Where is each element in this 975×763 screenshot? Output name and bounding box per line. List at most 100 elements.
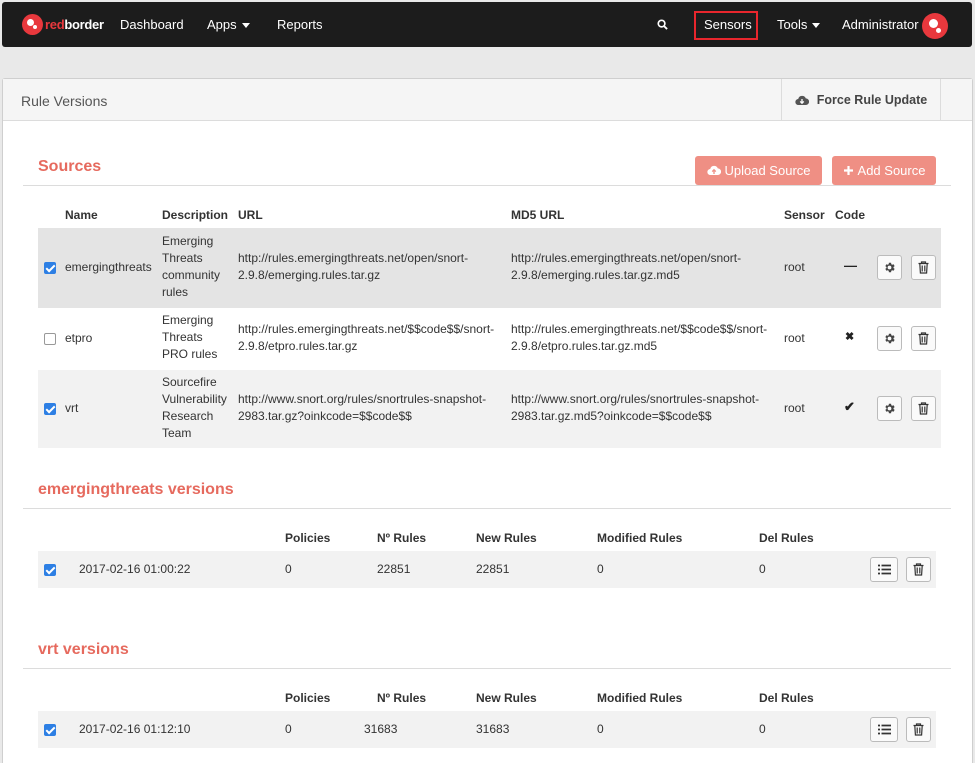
et-versions-title: emergingthreats versions bbox=[38, 481, 234, 498]
source-name: etpro bbox=[65, 331, 93, 345]
row-checkbox[interactable] bbox=[44, 724, 56, 736]
nav-sensors[interactable]: Sensors bbox=[704, 17, 752, 32]
brand-logo[interactable]: redborder bbox=[22, 14, 104, 35]
version-rules: 22851 bbox=[377, 562, 411, 576]
add-source-button[interactable]: Add Source bbox=[832, 156, 936, 185]
source-description: Sourcefire Vulnerability Research Team bbox=[162, 375, 227, 440]
col-md5-url: MD5 URL bbox=[511, 208, 565, 222]
vrt-version-row[interactable]: 2017-02-16 01:12:10 0 31683 31683 0 0 bbox=[38, 711, 936, 748]
settings-button[interactable] bbox=[877, 255, 902, 280]
search-icon[interactable] bbox=[657, 19, 668, 30]
nav-dashboard[interactable]: Dashboard bbox=[120, 17, 184, 32]
cross-icon: ✖ bbox=[845, 331, 855, 343]
trash-icon bbox=[913, 563, 924, 576]
minus-icon: — bbox=[844, 258, 857, 273]
version-modified-rules: 0 bbox=[597, 722, 604, 736]
version-del-rules: 0 bbox=[759, 722, 766, 736]
source-row-vrt[interactable]: vrt Sourcefire Vulnerability Research Team … bbox=[38, 370, 941, 448]
caret-down-icon bbox=[812, 23, 821, 29]
sources-title: Sources bbox=[38, 158, 102, 175]
source-url: http://www.snort.org/rules/snortrules-sn… bbox=[238, 392, 487, 423]
trash-icon bbox=[918, 402, 929, 415]
list-icon bbox=[877, 564, 891, 575]
col-num-rules: Nº Rules bbox=[377, 691, 427, 705]
view-rules-button[interactable] bbox=[870, 717, 898, 742]
gear-icon bbox=[885, 262, 895, 273]
caret-down-icon bbox=[241, 23, 250, 29]
delete-version-button[interactable] bbox=[906, 717, 931, 742]
version-new-rules: 22851 bbox=[476, 562, 510, 576]
col-code: Code bbox=[835, 208, 865, 222]
nav-apps-label: Apps bbox=[207, 17, 237, 32]
vrt-versions-title: vrt versions bbox=[38, 641, 129, 658]
source-sensor: root bbox=[784, 401, 805, 415]
nav-tools-label: Tools bbox=[777, 17, 808, 32]
col-modified-rules: Modified Rules bbox=[597, 531, 683, 545]
settings-button[interactable] bbox=[877, 326, 902, 351]
col-del-rules: Del Rules bbox=[759, 691, 814, 705]
delete-button[interactable] bbox=[911, 326, 936, 351]
view-rules-button[interactable] bbox=[870, 557, 898, 582]
col-policies: Policies bbox=[285, 691, 331, 705]
col-new-rules: New Rules bbox=[476, 531, 537, 545]
nav-administrator[interactable]: Administrator bbox=[842, 17, 919, 32]
settings-button[interactable] bbox=[877, 396, 902, 421]
col-del-rules: Del Rules bbox=[759, 531, 814, 545]
source-row-emergingthreats[interactable]: emergingthreats Emerging Threats community… bbox=[38, 228, 941, 308]
trash-icon bbox=[913, 723, 924, 736]
trash-icon bbox=[918, 332, 929, 345]
source-md5-url: http://rules.emergingthreats.net/$$code$… bbox=[511, 322, 768, 353]
force-rule-update-button[interactable]: Force Rule Update bbox=[781, 79, 941, 121]
gear-icon bbox=[885, 333, 895, 344]
source-md5-url: http://rules.emergingthreats.net/open/sn… bbox=[511, 251, 742, 282]
sources-divider bbox=[23, 185, 951, 186]
col-url: URL bbox=[238, 208, 263, 222]
version-date: 2017-02-16 01:12:10 bbox=[79, 722, 191, 736]
source-url: http://rules.emergingthreats.net/open/sn… bbox=[238, 251, 469, 282]
nav-apps[interactable]: Apps bbox=[207, 17, 250, 32]
source-sensor: root bbox=[784, 260, 805, 274]
source-description: Emerging Threats PRO rules bbox=[162, 313, 218, 361]
delete-button[interactable] bbox=[911, 255, 936, 280]
source-row-etpro[interactable]: etpro Emerging Threats PRO rules http://ru… bbox=[38, 308, 941, 370]
logo-icon bbox=[22, 14, 43, 35]
add-source-label: Add Source bbox=[857, 163, 926, 178]
source-md5-url: http://www.snort.org/rules/snortrules-sn… bbox=[511, 392, 760, 423]
delete-button[interactable] bbox=[911, 396, 936, 421]
et-version-row[interactable]: 2017-02-16 01:00:22 0 22851 22851 0 0 bbox=[38, 551, 936, 588]
upload-source-label: Upload Source bbox=[724, 163, 811, 178]
col-name: Name bbox=[65, 208, 98, 222]
nav-reports[interactable]: Reports bbox=[277, 17, 323, 32]
upload-source-button[interactable]: Upload Source bbox=[695, 156, 822, 185]
col-new-rules: New Rules bbox=[476, 691, 537, 705]
list-icon bbox=[877, 724, 891, 735]
version-policies: 0 bbox=[285, 562, 292, 576]
version-new-rules: 31683 bbox=[476, 722, 510, 736]
panel-title: Rule Versions bbox=[21, 93, 108, 109]
col-sensor: Sensor bbox=[784, 208, 825, 222]
version-modified-rules: 0 bbox=[597, 562, 604, 576]
brand-text-white: border bbox=[64, 17, 104, 32]
row-checkbox[interactable] bbox=[44, 564, 56, 576]
source-description: Emerging Threats community rules bbox=[162, 234, 221, 299]
force-rule-update-label: Force Rule Update bbox=[816, 93, 928, 107]
plus-icon bbox=[843, 166, 853, 175]
version-date: 2017-02-16 01:00:22 bbox=[79, 562, 191, 576]
avatar[interactable] bbox=[922, 13, 948, 39]
row-checkbox[interactable] bbox=[44, 333, 56, 345]
version-del-rules: 0 bbox=[759, 562, 766, 576]
delete-version-button[interactable] bbox=[906, 557, 931, 582]
panel-header: Rule Versions Force Rule Update bbox=[3, 79, 972, 121]
check-icon: ✔ bbox=[844, 399, 855, 414]
row-checkbox[interactable] bbox=[44, 403, 56, 415]
vrt-versions-divider bbox=[23, 668, 951, 669]
cloud-download-icon bbox=[795, 95, 809, 105]
source-sensor: root bbox=[784, 331, 805, 345]
row-checkbox[interactable] bbox=[44, 262, 56, 274]
col-description: Description bbox=[162, 208, 229, 222]
nav-tools[interactable]: Tools bbox=[777, 17, 821, 32]
col-policies: Policies bbox=[285, 531, 331, 545]
version-rules: 31683 bbox=[364, 722, 398, 736]
source-name: emergingthreats bbox=[65, 260, 152, 274]
top-navbar: redborder Dashboard Apps Reports Sensors… bbox=[2, 2, 972, 47]
